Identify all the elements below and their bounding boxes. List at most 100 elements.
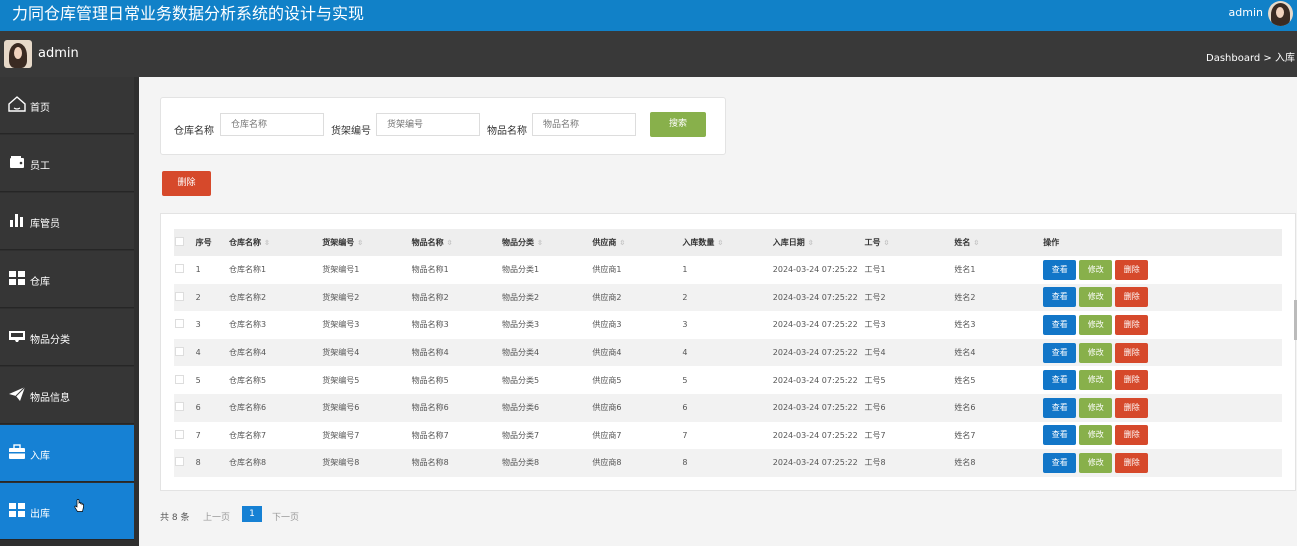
row-checkbox[interactable] [175,402,184,412]
sort-icon: ⇳ [883,239,890,247]
sidebar-item-employee[interactable]: 员工 [0,135,134,192]
sidebar-item-category[interactable]: 物品分类 [0,309,134,366]
edit-button[interactable]: 修改 [1079,397,1113,418]
view-button[interactable]: 查看 [1043,370,1077,391]
cell-name: 姓名2 [954,292,976,302]
cell-no: 7 [195,430,201,440]
edit-button[interactable]: 修改 [1079,287,1113,308]
prev-page-link[interactable]: 上一页 [203,510,230,523]
column-header[interactable]: 物品分类 ⇳ [502,229,592,256]
edit-button[interactable]: 修改 [1079,425,1113,446]
header-avatar[interactable] [1268,1,1293,26]
delete-row-button[interactable]: 删除 [1115,397,1149,418]
row-checkbox[interactable] [175,429,184,439]
cell-emp-id: 工号1 [864,265,886,275]
inbound-table: 序号 仓库名称 ⇳ 货架编号 ⇳ 物品名称 ⇳ 物品分类 ⇳ 供应商 ⇳ 入库数量 ⇳ 入库… [174,229,1282,477]
delete-row-button[interactable]: 删除 [1115,314,1149,335]
column-header[interactable]: 货架编号 ⇳ [322,229,411,256]
delete-row-button[interactable]: 删除 [1115,425,1149,446]
row-checkbox[interactable] [175,264,184,274]
search-button[interactable]: 搜索 [650,112,706,137]
sidebar-item-warehouse[interactable]: 仓库 [0,251,134,308]
sidebar-item-inbound[interactable]: 入库 [0,425,134,482]
cell-supplier: 供应商8 [592,458,622,468]
cell-shelf: 货架编号6 [322,403,360,413]
select-all-checkbox[interactable] [175,237,184,246]
view-button[interactable]: 查看 [1043,287,1077,308]
view-button[interactable]: 查看 [1043,425,1077,446]
cell-shelf: 货架编号2 [322,292,360,302]
view-button[interactable]: 查看 [1043,314,1077,335]
row-checkbox[interactable] [175,347,184,357]
cell-shelf: 货架编号1 [322,265,360,275]
cell-warehouse: 仓库名称1 [229,265,267,275]
cell-supplier: 供应商2 [592,292,622,302]
cell-date: 2024-03-24 07:25:22 [772,320,858,330]
column-header[interactable]: 物品名称 ⇳ [412,229,502,256]
cell-warehouse: 仓库名称2 [229,292,267,302]
row-checkbox[interactable] [175,291,184,301]
sidebar-item-storekeeper[interactable]: 库管员 [0,193,134,250]
cell-supplier: 供应商5 [592,375,622,385]
delete-row-button[interactable]: 删除 [1115,452,1149,473]
item-name-input[interactable] [532,113,636,136]
column-header[interactable]: 工号 ⇳ [865,229,955,256]
cell-category: 物品分类3 [501,320,540,330]
sidebar-item-item-info[interactable]: 物品信息 [0,367,134,424]
sidebar-item-label: 物品信息 [30,393,70,404]
row-checkbox[interactable] [175,374,184,384]
delete-row-button[interactable]: 删除 [1115,342,1149,363]
view-button[interactable]: 查看 [1043,259,1077,280]
header-username[interactable]: admin [1229,6,1263,19]
edit-button[interactable]: 修改 [1079,314,1113,335]
row-checkbox[interactable] [175,457,184,467]
sidebar-item-label: 员工 [30,161,50,172]
sort-icon: ⇳ [973,239,980,247]
view-button[interactable]: 查看 [1043,342,1077,363]
delete-row-button[interactable]: 删除 [1115,259,1149,280]
cell-qty: 7 [682,430,688,440]
edit-button[interactable]: 修改 [1079,259,1113,280]
cell-date: 2024-03-24 07:25:22 [772,375,858,385]
cell-name: 姓名4 [954,348,976,358]
edit-button[interactable]: 修改 [1079,342,1113,363]
column-header[interactable]: 姓名 ⇳ [954,229,1043,256]
shelf-number-input[interactable] [376,113,480,136]
column-header[interactable]: 供应商 ⇳ [592,229,682,256]
cell-shelf: 货架编号3 [322,320,360,330]
sidebar-item-label: 库管员 [30,219,60,230]
cell-date: 2024-03-24 07:25:22 [772,348,858,358]
user-avatar [4,40,32,68]
delete-row-button[interactable]: 删除 [1115,287,1149,308]
cell-warehouse: 仓库名称6 [229,403,267,413]
grid-icon [9,271,25,285]
table-row: 8 仓库名称8 货架编号8 物品名称8 物品分类8 供应商8 8 2024-03-24 07:… [174,449,1282,477]
sidebar-item-outbound[interactable]: 出库 [0,483,134,540]
cell-shelf: 货架编号5 [322,375,360,385]
cell-no: 4 [195,348,201,358]
cell-actions: 查看 修改 删除 [1043,449,1282,477]
sidebar-item-home[interactable]: 首页 [0,77,134,134]
column-header[interactable]: 入库数量 ⇳ [682,229,772,256]
column-header[interactable]: 仓库名称 ⇳ [229,229,322,256]
sidebar-item-label: 出库 [30,509,50,520]
view-button[interactable]: 查看 [1043,452,1077,473]
edit-button[interactable]: 修改 [1079,452,1113,473]
current-page[interactable]: 1 [242,506,262,522]
warehouse-name-label: 仓库名称 [174,126,214,137]
next-page-link[interactable]: 下一页 [272,510,299,523]
sidebar-item-label: 入库 [30,451,50,462]
cell-category: 物品分类6 [501,403,540,413]
cell-qty: 8 [682,458,688,468]
cell-category: 物品分类5 [501,375,540,385]
row-checkbox[interactable] [175,319,184,329]
batch-delete-button[interactable]: 删除 [162,171,211,196]
cell-qty: 3 [682,320,688,330]
delete-row-button[interactable]: 删除 [1115,370,1149,391]
warehouse-name-input[interactable] [220,113,324,136]
cell-actions: 查看 修改 删除 [1043,256,1282,284]
edit-button[interactable]: 修改 [1079,370,1113,391]
column-header[interactable]: 入库日期 ⇳ [773,229,865,256]
cell-qty: 5 [682,375,688,385]
view-button[interactable]: 查看 [1043,397,1077,418]
